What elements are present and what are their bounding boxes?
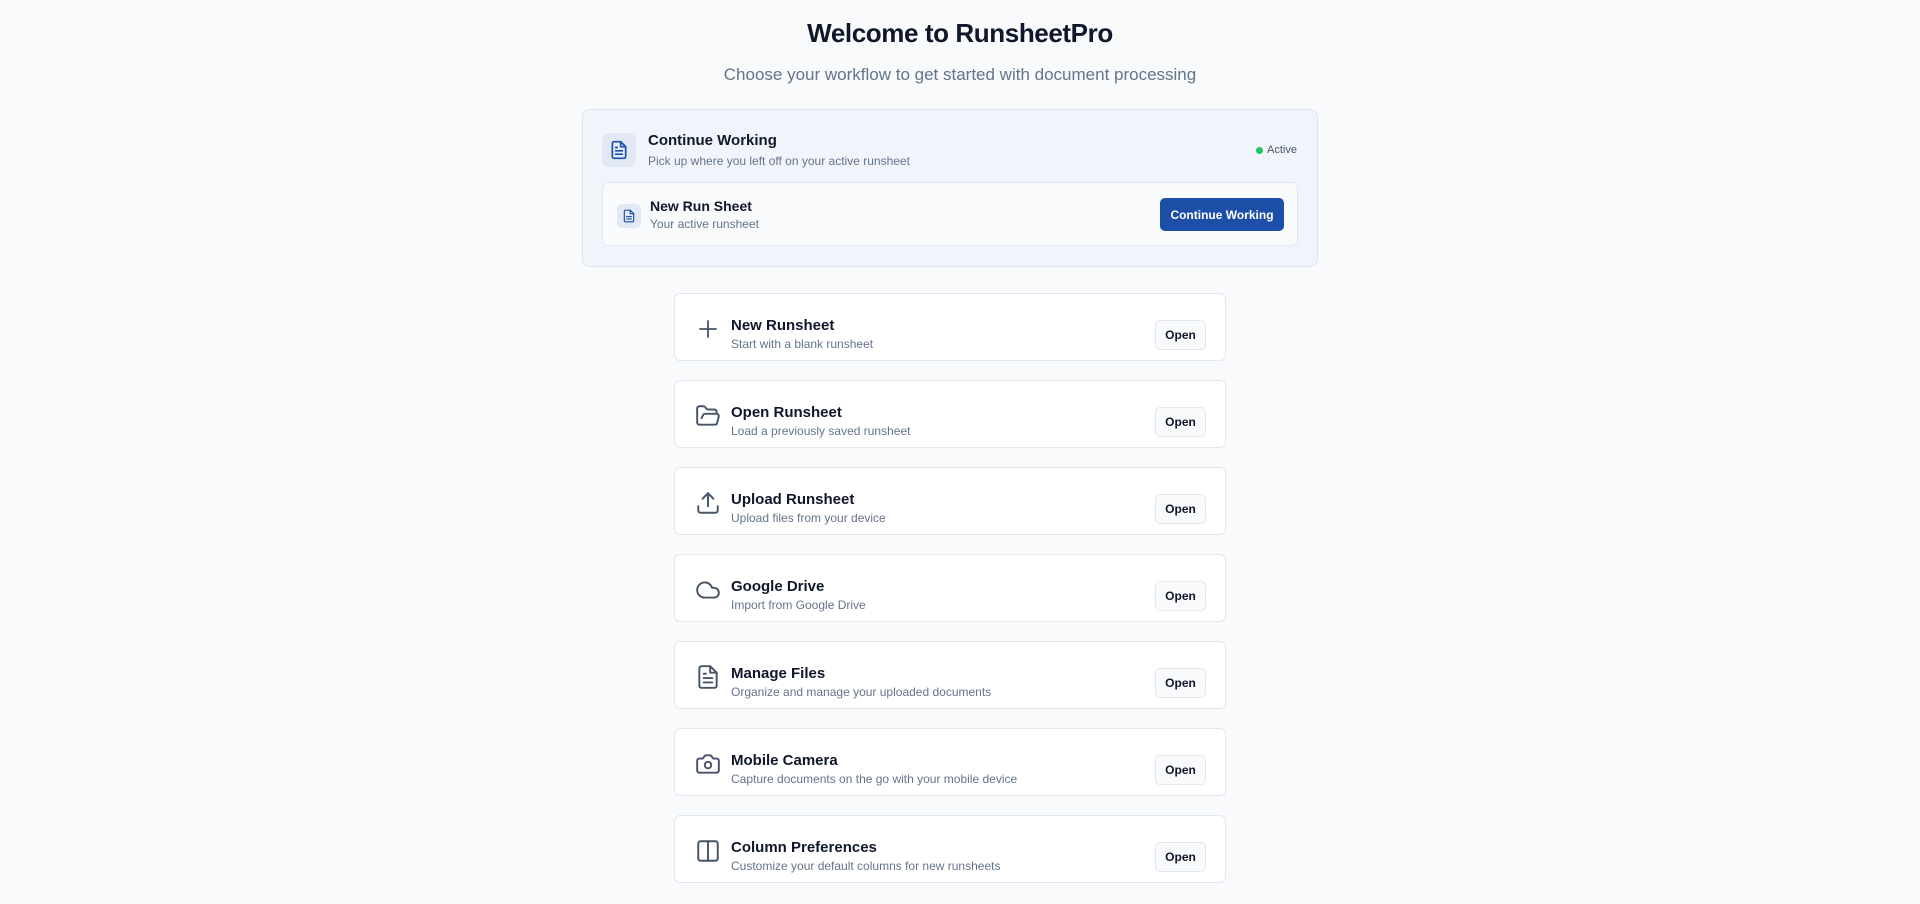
option-subtitle: Import from Google Drive	[731, 598, 866, 612]
page-title: Welcome to RunsheetPro	[807, 18, 1113, 48]
continue-working-button[interactable]: Continue Working	[1160, 198, 1284, 231]
active-runsheet-description: Your active runsheet	[650, 217, 759, 231]
option-new-runsheet[interactable]: New Runsheet Start with a blank runsheet…	[674, 293, 1226, 361]
continue-working-header: Continue Working Pick up where you left …	[602, 132, 1297, 172]
open-google-drive-button[interactable]: Open	[1155, 581, 1206, 611]
file-text-icon	[602, 133, 636, 167]
option-subtitle: Start with a blank runsheet	[731, 337, 874, 351]
welcome-page: Welcome to RunsheetPro Choose your workf…	[0, 0, 1920, 904]
option-title: Mobile Camera	[731, 752, 838, 769]
upload-icon	[695, 490, 721, 516]
option-manage-files[interactable]: Manage Files Organize and manage your up…	[674, 641, 1226, 709]
option-subtitle: Load a previously saved runsheet	[731, 424, 911, 438]
option-title: Column Preferences	[731, 839, 877, 856]
open-manage-files-button[interactable]: Open	[1155, 668, 1206, 698]
status-dot-icon	[1256, 146, 1264, 154]
option-title: Open Runsheet	[731, 404, 842, 421]
active-runsheet-card: New Run Sheet Your active runsheet Conti…	[602, 182, 1298, 246]
option-subtitle: Organize and manage your uploaded docume…	[731, 685, 992, 699]
file-text-icon	[695, 664, 721, 690]
option-subtitle: Upload files from your device	[731, 511, 886, 525]
option-upload-runsheet[interactable]: Upload Runsheet Upload files from your d…	[674, 467, 1226, 535]
option-open-runsheet[interactable]: Open Runsheet Load a previously saved ru…	[674, 380, 1226, 448]
option-mobile-camera[interactable]: Mobile Camera Capture documents on the g…	[674, 728, 1226, 796]
continue-working-title: Continue Working	[648, 132, 777, 149]
open-mobile-camera-button[interactable]: Open	[1155, 755, 1206, 785]
active-runsheet-name: New Run Sheet	[650, 198, 752, 214]
workflow-options: New Runsheet Start with a blank runsheet…	[674, 293, 1226, 902]
open-open-runsheet-button[interactable]: Open	[1155, 407, 1206, 437]
status-label: Active	[1267, 144, 1297, 156]
camera-icon	[695, 751, 721, 777]
option-google-drive[interactable]: Google Drive Import from Google Drive Op…	[674, 554, 1226, 622]
continue-working-subtitle: Pick up where you left off on your activ…	[648, 154, 910, 168]
open-column-preferences-button[interactable]: Open	[1155, 842, 1206, 872]
option-subtitle: Customize your default columns for new r…	[731, 859, 1001, 873]
plus-icon	[695, 316, 721, 342]
file-text-icon	[617, 204, 641, 228]
open-upload-runsheet-button[interactable]: Open	[1155, 494, 1206, 524]
folder-open-icon	[695, 403, 721, 429]
continue-working-panel: Continue Working Pick up where you left …	[582, 109, 1318, 267]
page-subtitle: Choose your workflow to get started with…	[723, 65, 1197, 84]
option-title: Google Drive	[731, 578, 825, 595]
option-column-preferences[interactable]: Column Preferences Customize your defaul…	[674, 815, 1226, 883]
columns-icon	[695, 838, 721, 864]
status-badge: Active	[1256, 144, 1297, 156]
open-new-runsheet-button[interactable]: Open	[1155, 320, 1206, 350]
option-title: New Runsheet	[731, 317, 835, 334]
cloud-icon	[695, 577, 721, 603]
option-subtitle: Capture documents on the go with your mo…	[731, 772, 1018, 786]
option-title: Manage Files	[731, 665, 826, 682]
hero: Welcome to RunsheetPro Choose your workf…	[0, 0, 1920, 86]
option-title: Upload Runsheet	[731, 491, 855, 508]
